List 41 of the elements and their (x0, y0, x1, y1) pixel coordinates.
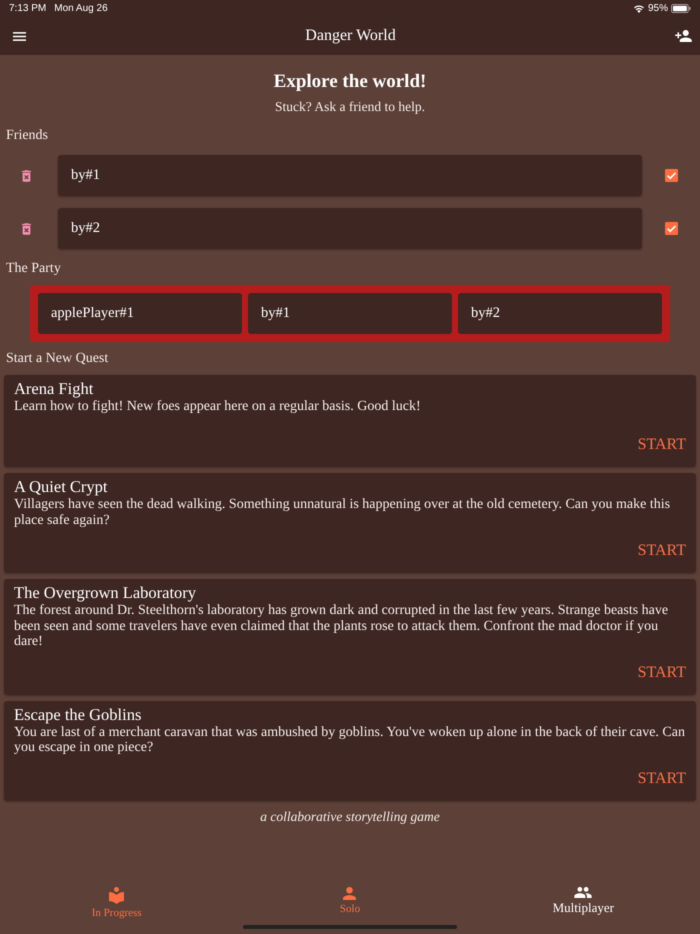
status-date: Mon Aug 26 (54, 3, 108, 14)
quest-description: The forest around Dr. Steelthorn's laboratory has grown dark and corrupted in the last few years. Strange beasts have been seen and some travelers have even claimed that the plants rose to attack them. Confront the mad doctor if you dare! (14, 603, 670, 650)
status-time: 7:13 PM (9, 3, 46, 14)
battery-icon (671, 4, 691, 13)
start-button[interactable]: START (638, 768, 686, 788)
checkbox[interactable] (664, 222, 678, 235)
party-member-card: applePlayer#1 (38, 293, 242, 334)
start-button[interactable]: START (638, 541, 686, 561)
friend-name-card: by#1 (58, 155, 642, 196)
add-person-icon[interactable] (674, 30, 692, 42)
quest-title: Escape the Goblins (14, 704, 142, 724)
delete-icon[interactable] (22, 170, 30, 182)
quest-description: Learn how to fight! New foes appear here on a regular basis. Good luck! (14, 399, 422, 414)
quest-title: The Overgrown Laboratory (14, 582, 196, 603)
intro-subtitle: Stuck? Ask a friend to help. (275, 99, 425, 115)
party-member-card: by#1 (248, 293, 452, 334)
checkbox[interactable] (664, 169, 678, 182)
tab-item[interactable]: In Progress (92, 887, 142, 920)
start-button[interactable]: START (638, 662, 686, 682)
person-icon (343, 887, 356, 900)
app-title: Danger World (305, 27, 396, 45)
friend-name-card: by#2 (58, 208, 642, 249)
section-label: Friends (6, 127, 48, 145)
section-label: The Party (6, 260, 61, 278)
quest-title: Arena Fight (14, 378, 94, 399)
menu-icon[interactable] (13, 32, 26, 40)
tagline: a collaborative storytelling game (260, 808, 440, 826)
people-icon (574, 887, 592, 898)
intro-title: Explore the world! (274, 71, 426, 93)
tab-item[interactable]: Solo (340, 887, 360, 920)
start-button[interactable]: START (638, 435, 686, 455)
battery-percent: 95% (648, 3, 668, 14)
wifi-icon (632, 4, 645, 13)
quest-description: Villagers have seen the dead walking. Something unnatural is happening over at the old cemetery. Can you make this place safe again? (14, 497, 672, 528)
reader-icon (109, 887, 124, 904)
party-member-card: by#2 (458, 293, 662, 334)
quest-title: A Quiet Crypt (14, 476, 108, 497)
quest-description: You are last of a merchant caravan that was ambushed by goblins. You've woken up alone in the back of their cave. Can you escape in one piece? (14, 724, 686, 756)
section-label: Start a New Quest (6, 350, 108, 368)
tab-item[interactable]: Multiplayer (552, 887, 614, 920)
delete-icon[interactable] (22, 222, 30, 234)
